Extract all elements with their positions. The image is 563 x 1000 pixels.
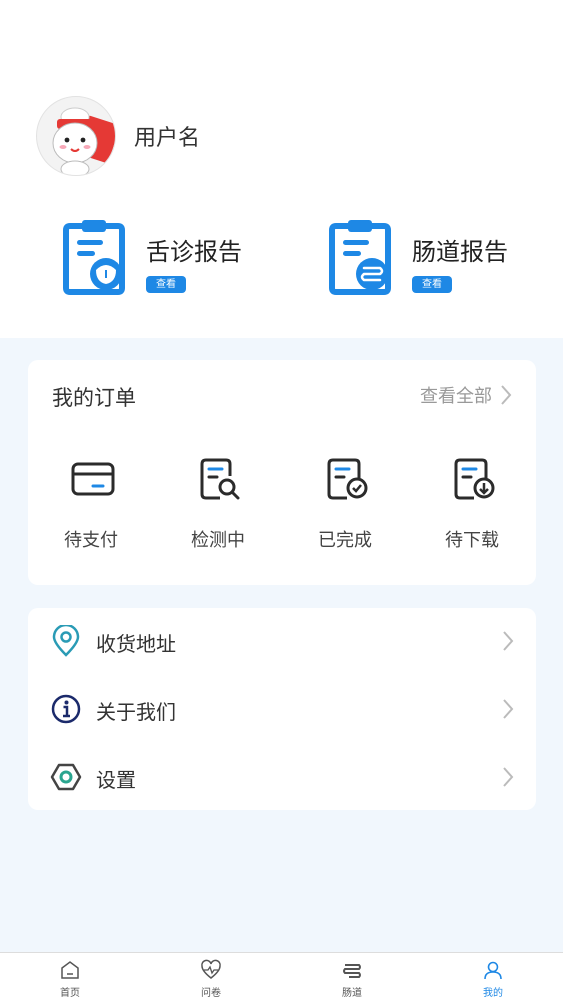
menu-item-label: 设置: [96, 768, 136, 792]
tab-label: 问卷: [201, 988, 221, 999]
tab-gut[interactable]: 肠道: [312, 957, 392, 1000]
order-label: 待支付: [64, 530, 118, 551]
info-icon: [51, 694, 81, 724]
order-label: 已完成: [318, 530, 372, 551]
gut-report-title: 肠道报告: [412, 238, 508, 266]
cartoon-mascot-avatar-icon: [52, 107, 115, 175]
profile-icon: [484, 961, 502, 980]
menu-item-label: 关于我们: [96, 700, 176, 724]
chevron-right-icon: [503, 699, 514, 719]
tongue-report-card[interactable]: 舌诊报告 查看: [62, 218, 262, 298]
profile-header: 用户名 舌诊报告 查看 肠道报告 查看: [0, 0, 563, 338]
settings-menu-card: 收货地址 关于我们 设置: [28, 608, 536, 810]
chevron-right-icon: [501, 385, 512, 405]
location-pin-icon: [52, 625, 80, 657]
username: 用户名: [134, 126, 201, 151]
intestine-icon: [343, 964, 361, 978]
home-icon: [61, 961, 79, 979]
tab-mine[interactable]: 我的: [453, 957, 533, 1000]
order-pending-download[interactable]: 待下载: [422, 456, 522, 556]
tongue-report-view-badge[interactable]: 查看: [146, 276, 186, 293]
settings-hexagon-icon: [50, 763, 82, 791]
gut-report-card[interactable]: 肠道报告 查看: [328, 218, 538, 298]
order-label: 待下载: [445, 530, 499, 551]
my-orders-card: 我的订单 查看全部 待支付 检测中 已完成 待下载: [28, 360, 536, 585]
menu-item-about-us[interactable]: 关于我们: [28, 676, 536, 742]
tab-label: 肠道: [342, 988, 362, 999]
menu-item-settings[interactable]: 设置: [28, 744, 536, 810]
menu-item-label: 收货地址: [96, 632, 176, 656]
document-search-icon: [200, 458, 240, 500]
view-all-label: 查看全部: [420, 386, 492, 407]
menu-item-shipping-address[interactable]: 收货地址: [28, 608, 536, 674]
chevron-right-icon: [503, 767, 514, 787]
order-pending-payment[interactable]: 待支付: [41, 456, 141, 556]
orders-title: 我的订单: [52, 386, 136, 410]
order-completed[interactable]: 已完成: [295, 456, 395, 556]
bottom-tab-bar: 首页 问卷 肠道 我的: [0, 952, 563, 1000]
order-label: 检测中: [191, 530, 245, 551]
tab-home[interactable]: 首页: [30, 957, 110, 1000]
tongue-report-title: 舌诊报告: [146, 238, 242, 266]
view-all-orders-link[interactable]: 查看全部: [420, 382, 512, 408]
avatar[interactable]: [36, 96, 116, 176]
document-download-icon: [454, 458, 495, 500]
gut-report-view-badge[interactable]: 查看: [412, 276, 452, 293]
tab-label: 我的: [483, 988, 503, 999]
document-check-icon: [327, 458, 368, 500]
tab-label: 首页: [60, 988, 80, 999]
tab-questionnaire[interactable]: 问卷: [171, 957, 251, 1000]
gut-report-icon: [329, 220, 391, 295]
card-icon: [71, 462, 115, 496]
chevron-right-icon: [503, 631, 514, 651]
heart-pulse-icon: [201, 959, 221, 979]
order-testing[interactable]: 检测中: [168, 456, 268, 556]
tongue-report-icon: [63, 220, 125, 295]
